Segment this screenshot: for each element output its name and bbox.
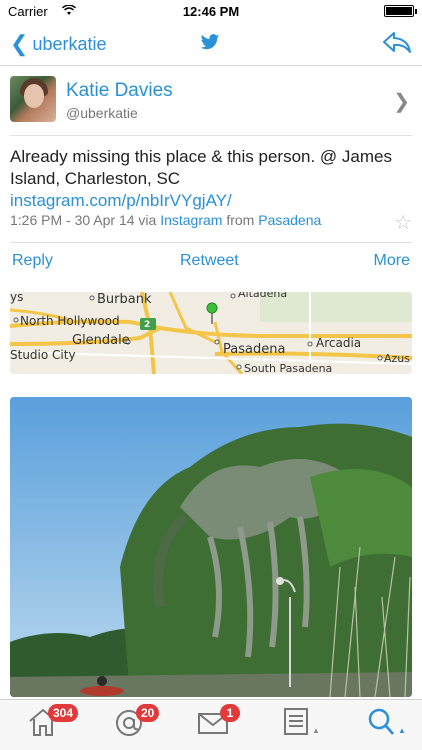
location-map[interactable]: ys Burbank Altadena North Hollywood 2 Gl…	[10, 292, 412, 374]
map-label-altadena: Altadena	[238, 292, 287, 300]
tab-bar: 304 20 1 ▲ ▲	[0, 699, 422, 750]
via-app-link[interactable]: Instagram	[160, 212, 222, 228]
tab-mentions[interactable]: 20	[112, 704, 160, 746]
map-route-shield: 2	[144, 320, 150, 330]
from-label: from	[226, 212, 255, 228]
mentions-icon	[112, 710, 146, 744]
battery-icon	[384, 5, 417, 17]
map-label-studio-city: Studio City	[10, 348, 76, 362]
tweet-meta: 1:26 PM - 30 Apr 14 via Instagram from P…	[10, 212, 321, 228]
tab-lists[interactable]: ▲	[282, 706, 326, 746]
home-icon	[26, 708, 60, 742]
location-link[interactable]: Pasadena	[258, 212, 321, 228]
star-icon[interactable]: ☆	[394, 210, 412, 235]
status-bar: Carrier 12:46 PM	[0, 0, 422, 22]
home-badge: 304	[48, 704, 79, 722]
map-label-north-hollywood: North Hollywood	[20, 314, 120, 328]
tweet-photo[interactable]	[10, 397, 412, 697]
avatar[interactable]	[10, 76, 56, 122]
tweet-link[interactable]: instagram.com/p/nbIrVYgjAY/	[10, 191, 232, 210]
more-button[interactable]: More	[374, 252, 410, 270]
profile-row[interactable]: Katie Davies @uberkatie ❯	[0, 67, 422, 135]
tweet-text: Already missing this place & this person…	[10, 147, 392, 188]
map-label-burbank: Burbank	[97, 292, 152, 307]
map-label-azusa: Azus	[384, 352, 410, 365]
divider	[10, 135, 412, 136]
tweet-timestamp: 1:26 PM - 30 Apr 14 via	[10, 212, 157, 228]
envelope-icon	[196, 713, 230, 740]
list-icon	[282, 708, 310, 740]
map-label-ys: ys	[10, 292, 23, 304]
tweet-body: Already missing this place & this person…	[10, 146, 410, 212]
map-label-pasadena: Pasadena	[223, 342, 285, 357]
tab-messages[interactable]: 1	[196, 704, 240, 746]
map-label-glendale: Glendale	[72, 333, 130, 348]
tweet-actions: Reply Retweet More	[0, 242, 422, 280]
tab-search[interactable]: ▲	[366, 706, 410, 746]
profile-name: Katie Davies	[66, 80, 173, 101]
reply-button[interactable]: Reply	[12, 252, 53, 270]
twitter-bird-icon	[200, 34, 220, 56]
triangle-up-icon: ▲	[398, 726, 406, 735]
nav-bar: ❮ uberkatie	[0, 22, 422, 66]
chevron-left-icon: ❮	[10, 31, 29, 56]
chevron-right-icon: ❯	[393, 91, 410, 113]
messages-badge: 1	[220, 704, 240, 722]
back-label: uberkatie	[32, 33, 107, 54]
mentions-badge: 20	[136, 704, 160, 722]
tab-home[interactable]: 304	[26, 704, 79, 746]
clock: 12:46 PM	[182, 4, 240, 19]
triangle-up-icon: ▲	[312, 726, 320, 735]
map-label-arcadia: Arcadia	[316, 336, 361, 350]
search-icon	[366, 708, 396, 742]
back-button[interactable]: ❮ uberkatie	[10, 30, 107, 58]
retweet-button[interactable]: Retweet	[180, 252, 239, 270]
reply-arrow-icon[interactable]	[382, 30, 412, 61]
profile-handle: @uberkatie	[66, 105, 138, 121]
map-label-south-pasadena: South Pasadena	[244, 362, 332, 374]
